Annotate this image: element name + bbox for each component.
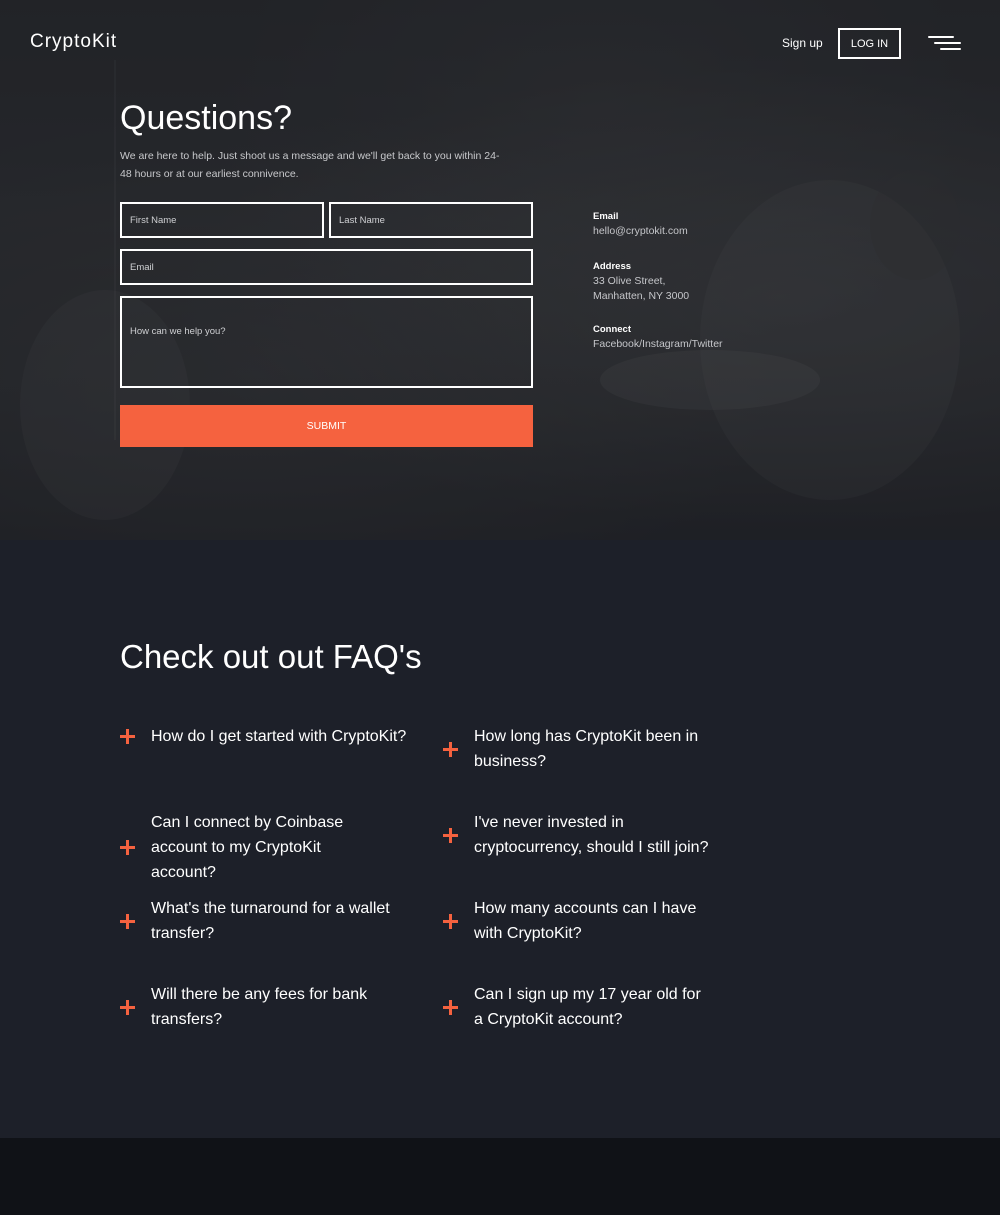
address-label: Address xyxy=(593,261,632,272)
site-logo[interactable]: CryptoKit xyxy=(30,31,117,53)
plus-icon[interactable] xyxy=(443,999,458,1015)
email-field[interactable] xyxy=(120,249,533,285)
address-line-2: Manhatten, NY 3000 xyxy=(593,290,690,302)
plus-icon[interactable] xyxy=(120,999,135,1015)
faq-question[interactable]: What's the turnaround for a wallet trans… xyxy=(151,896,390,946)
signup-link[interactable]: Sign up xyxy=(782,36,823,50)
contact-info-email: Email hello@cryptokit.com xyxy=(593,211,688,239)
faq-question[interactable]: How do I get started with CryptoKit? xyxy=(151,724,406,749)
contact-info-connect: Connect Facebook/Instagram/Twitter xyxy=(593,324,723,352)
submit-button[interactable]: SUBMIT xyxy=(120,405,533,447)
faq-title: Check out out FAQ's xyxy=(120,638,422,675)
faq-question[interactable]: Will there be any fees for bank transfer… xyxy=(151,982,390,1032)
plus-icon[interactable] xyxy=(443,827,458,843)
faq-question[interactable]: I've never invested in cryptocurrency, s… xyxy=(474,810,713,860)
email-value[interactable]: hello@cryptokit.com xyxy=(593,224,688,239)
faq-item[interactable]: What's the turnaround for a wallet trans… xyxy=(120,896,390,946)
plus-icon[interactable] xyxy=(443,741,458,757)
faq-question[interactable]: Can I connect by Coinbase account to my … xyxy=(151,810,390,885)
plus-icon[interactable] xyxy=(443,913,458,929)
faq-item[interactable]: Will there be any fees for bank transfer… xyxy=(120,982,390,1032)
menu-line xyxy=(928,36,954,38)
faq-item[interactable]: How do I get started with CryptoKit? xyxy=(120,724,420,749)
first-name-field[interactable] xyxy=(120,202,324,238)
plus-icon[interactable] xyxy=(120,913,135,929)
faq-question[interactable]: How many accounts can I have with Crypto… xyxy=(474,896,713,946)
menu-line xyxy=(934,42,961,44)
social-links[interactable]: Facebook/Instagram/Twitter xyxy=(593,337,723,352)
last-name-field[interactable] xyxy=(329,202,533,238)
contact-subtitle: We are here to help. Just shoot us a mes… xyxy=(120,150,500,180)
plus-icon[interactable] xyxy=(120,729,135,744)
hamburger-menu-icon[interactable] xyxy=(928,36,961,50)
faq-item[interactable]: Can I sign up my 17 year old for a Crypt… xyxy=(443,982,713,1032)
contact-info-address: Address 33 Olive Street, Manhatten, NY 3… xyxy=(593,261,689,304)
plus-icon[interactable] xyxy=(120,840,135,855)
address-line-1: 33 Olive Street, xyxy=(593,275,666,287)
faq-question[interactable]: Can I sign up my 17 year old for a Crypt… xyxy=(474,982,713,1032)
faq-question[interactable]: How long has CryptoKit been in business? xyxy=(474,724,713,774)
faq-item[interactable]: How many accounts can I have with Crypto… xyxy=(443,896,713,946)
message-field[interactable] xyxy=(120,296,533,388)
faq-item[interactable]: I've never invested in cryptocurrency, s… xyxy=(443,810,713,860)
login-button[interactable]: LOG IN xyxy=(838,28,901,59)
email-label: Email xyxy=(593,211,619,222)
menu-line xyxy=(940,48,961,50)
faq-item[interactable]: How long has CryptoKit been in business? xyxy=(443,724,713,774)
connect-label: Connect xyxy=(593,324,631,335)
faq-item[interactable]: Can I connect by Coinbase account to my … xyxy=(120,810,390,885)
footer xyxy=(0,1138,1000,1215)
contact-title: Questions? xyxy=(120,99,292,137)
